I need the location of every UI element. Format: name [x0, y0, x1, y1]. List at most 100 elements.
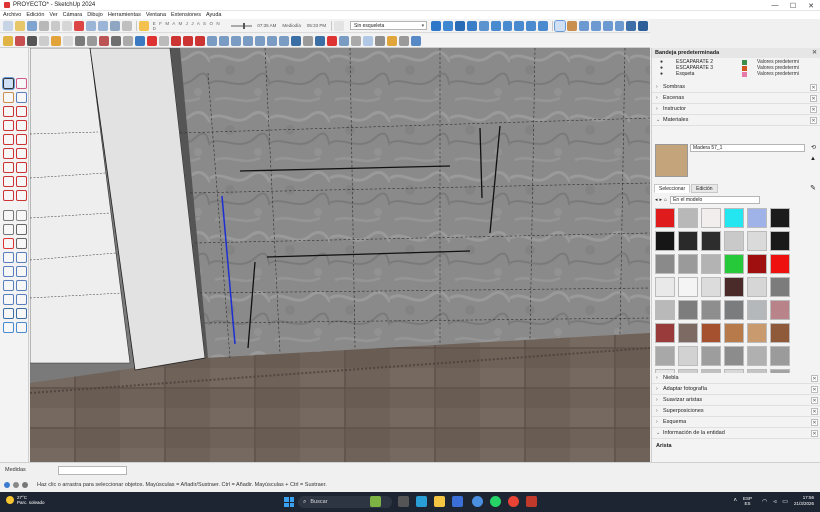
view-camera-icon[interactable] [411, 35, 421, 46]
material-swatch[interactable] [655, 300, 675, 320]
material-swatch[interactable] [770, 300, 790, 320]
material-swatch[interactable] [655, 231, 675, 251]
material-swatch[interactable] [770, 277, 790, 297]
menu-herramientas[interactable]: Herramientas [108, 12, 141, 18]
eraser-tool-icon[interactable] [16, 78, 27, 89]
material-swatch[interactable] [701, 277, 721, 297]
warehouse-icon[interactable] [443, 20, 453, 31]
shadows-toggle-icon[interactable] [138, 20, 149, 31]
material-swatch[interactable] [724, 208, 744, 228]
material-swatch[interactable] [747, 254, 767, 274]
material-name-field[interactable]: Madera 57_1 [690, 144, 805, 152]
maximize-button[interactable]: ☐ [784, 0, 802, 11]
close-icon[interactable]: ✕ [811, 375, 818, 382]
sandbox-icon[interactable] [387, 35, 397, 46]
chrome-icon[interactable] [508, 496, 519, 507]
style-icon[interactable] [334, 20, 345, 31]
home-icon[interactable]: ⌂ [664, 197, 667, 203]
model-info-icon[interactable] [121, 20, 132, 31]
material-swatch[interactable] [770, 231, 790, 251]
material-swatch[interactable] [724, 277, 744, 297]
tag-color-swatch[interactable] [742, 65, 747, 71]
protractor-tool-icon[interactable] [16, 210, 27, 221]
follow-me-tool-icon[interactable] [16, 190, 27, 201]
cut-icon[interactable] [38, 20, 49, 31]
move-icon[interactable] [171, 35, 181, 46]
volume-icon[interactable]: ◃ [773, 498, 776, 505]
material-swatch[interactable] [678, 254, 698, 274]
pie-tool-icon[interactable] [16, 148, 27, 159]
weather-widget[interactable]: 27°C Parc. soleado [6, 495, 45, 505]
walk-tool-icon[interactable] [3, 294, 14, 305]
view-top-icon[interactable] [490, 20, 501, 31]
forward-icon[interactable]: ▸ [660, 197, 663, 203]
previous-view-icon[interactable] [279, 35, 289, 46]
panel-escenas[interactable]: › Escenas ✕ [652, 93, 820, 104]
protractor-icon[interactable] [75, 35, 85, 46]
menu-ventana[interactable]: Ventana [146, 12, 166, 18]
material-swatch[interactable] [701, 323, 721, 343]
3d-text-tool-icon[interactable] [16, 238, 27, 249]
sandbox-tool-icon[interactable] [3, 322, 14, 333]
language-indicator[interactable]: ESP ES [743, 496, 752, 506]
look-around-icon[interactable] [315, 35, 325, 46]
extension-warehouse-icon[interactable] [466, 20, 477, 31]
material-swatch[interactable] [701, 300, 721, 320]
polygon-tool-icon[interactable] [16, 134, 27, 145]
wifi-icon[interactable]: ◠ [762, 498, 767, 505]
pan-tool-icon[interactable] [16, 252, 27, 263]
style-select[interactable]: Sin esqueleta ▾ [350, 21, 428, 30]
view-left-icon[interactable] [538, 20, 549, 31]
menu-camara[interactable]: Cámara [63, 12, 83, 18]
material-swatch[interactable] [724, 254, 744, 274]
material-swatch[interactable] [678, 346, 698, 366]
text-tool-icon[interactable] [16, 224, 27, 235]
freehand-tool-icon[interactable] [16, 106, 27, 117]
paint-bucket-icon[interactable] [566, 20, 577, 31]
close-icon[interactable]: ✕ [811, 397, 818, 404]
month-slider[interactable] [230, 22, 253, 29]
chevron-up-icon[interactable]: ˄ [734, 498, 738, 504]
marble-wall[interactable] [170, 48, 650, 358]
offset-tool-icon[interactable] [16, 162, 27, 173]
arc-tool-icon[interactable] [3, 148, 14, 159]
edge-icon[interactable] [416, 496, 427, 507]
walk-icon[interactable] [303, 35, 313, 46]
look-around-tool-icon[interactable] [16, 294, 27, 305]
save-icon[interactable] [26, 20, 37, 31]
dimension-tool-icon[interactable] [3, 224, 14, 235]
push-pull-icon[interactable] [147, 35, 157, 46]
cursor-icon[interactable] [351, 35, 361, 46]
panel-adaptar-fotografia[interactable]: › Adaptar fotografía ✕ [652, 384, 820, 395]
solid-tools-icon[interactable] [99, 35, 109, 46]
material-swatch[interactable] [724, 231, 744, 251]
zoom-window-tool-icon[interactable] [16, 266, 27, 277]
push-pull-tool-icon[interactable] [3, 162, 14, 173]
zoom-tool-icon[interactable] [3, 266, 14, 277]
store-icon[interactable] [452, 496, 463, 507]
material-swatch[interactable] [747, 277, 767, 297]
rotate-icon[interactable] [183, 35, 193, 46]
panel-entity-info[interactable]: ⌄ Información de la entidad ✕ [652, 428, 820, 439]
move-tool-icon[interactable] [3, 176, 14, 187]
panel-esquema[interactable]: › Esquema ✕ [652, 417, 820, 428]
redo-icon[interactable] [98, 20, 109, 31]
material-swatch[interactable] [655, 208, 675, 228]
panel-suavizar-aristas[interactable]: › Suavizar aristas ✕ [652, 395, 820, 406]
dimension-icon[interactable] [63, 35, 73, 46]
open-folder-icon[interactable] [14, 20, 25, 31]
close-icon[interactable]: ✕ [810, 84, 817, 91]
scale-icon[interactable] [195, 35, 205, 46]
tag-color-swatch[interactable] [742, 71, 747, 77]
menu-extensiones[interactable]: Extensiones [171, 12, 201, 18]
material-swatch[interactable] [655, 323, 675, 343]
location-icon[interactable] [431, 20, 442, 31]
panel-niebla[interactable]: › Niebla ✕ [652, 373, 820, 384]
follow-me-icon[interactable] [159, 35, 169, 46]
new-file-icon[interactable] [3, 20, 13, 31]
panel-materiales[interactable]: ⌄ Materiales ✕ [652, 115, 820, 126]
menu-ayuda[interactable]: Ayuda [206, 12, 222, 18]
copy-icon[interactable] [50, 20, 61, 31]
material-swatch[interactable] [770, 254, 790, 274]
material-swatch[interactable] [747, 208, 767, 228]
